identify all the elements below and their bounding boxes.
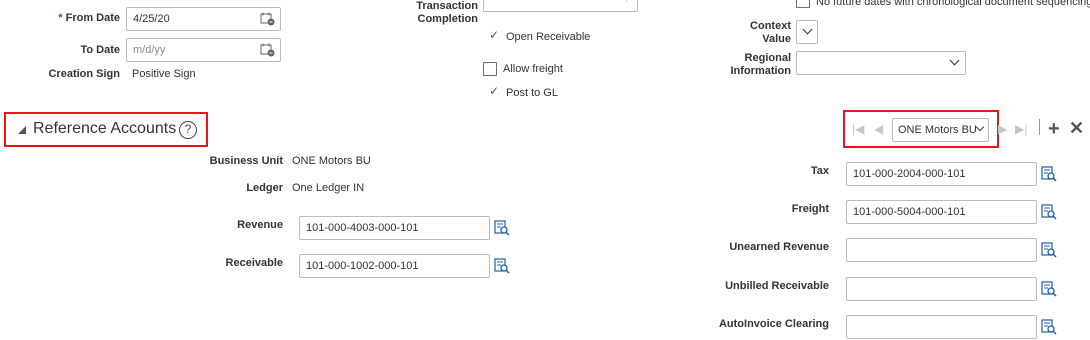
next-record-icon[interactable]: ▶ — [998, 122, 1007, 136]
to-date-placeholder: m/d/yy — [133, 44, 166, 56]
transaction-completion-select[interactable] — [483, 0, 638, 12]
calendar-icon[interactable] — [260, 12, 275, 26]
freight-field[interactable]: 101-000-5004-000-101 — [846, 200, 1037, 224]
freight-label: Freight — [791, 203, 829, 215]
tax-value: 101-000-2004-000-101 — [853, 168, 966, 180]
collapse-triangle-icon[interactable] — [18, 126, 26, 134]
account-lookup-icon[interactable] — [494, 220, 510, 236]
business-unit-value: ONE Motors BU — [292, 155, 371, 167]
account-lookup-icon[interactable] — [1041, 242, 1057, 258]
no-future-dates-label: No future dates with chronological docum… — [816, 0, 1090, 8]
account-lookup-icon[interactable] — [1041, 281, 1057, 297]
regional-information-select[interactable] — [796, 51, 966, 75]
autoinvoice-clearing-label: AutoInvoice Clearing — [718, 318, 829, 330]
freight-value: 101-000-5004-000-101 — [853, 206, 966, 218]
autoinvoice-clearing-field[interactable] — [846, 315, 1037, 339]
chevron-down-icon — [975, 122, 985, 132]
chevron-down-icon — [802, 24, 813, 35]
ledger-value: One Ledger IN — [292, 182, 365, 194]
to-date-label: To Date — [80, 44, 120, 56]
receivable-label: Receivable — [225, 257, 283, 269]
creation-sign-label: Creation Sign — [48, 68, 120, 80]
unbilled-receivable-label: Unbilled Receivable — [725, 280, 829, 292]
revenue-value: 101-000-4003-000-101 — [306, 222, 419, 234]
toolbar-divider — [1039, 119, 1040, 135]
post-to-gl-label: Post to GL — [506, 87, 558, 99]
account-lookup-icon[interactable] — [494, 258, 510, 274]
ledger-label: Ledger — [246, 182, 283, 194]
account-lookup-icon[interactable] — [1041, 204, 1057, 220]
checkmark-icon: ✓ — [489, 84, 500, 98]
context-value-label: Context Value — [750, 20, 791, 45]
receivable-field[interactable]: 101-000-1002-000-101 — [299, 254, 490, 278]
to-date-field[interactable]: m/d/yy — [126, 38, 281, 62]
business-unit-selector-value: ONE Motors BU — [898, 124, 977, 136]
from-date-field[interactable]: 4/25/20 — [126, 7, 281, 31]
from-date-label: * From Date — [40, 12, 120, 24]
unearned-revenue-field[interactable] — [846, 238, 1037, 262]
unearned-revenue-label: Unearned Revenue — [729, 241, 829, 253]
transaction-completion-label: Transaction Completion — [416, 0, 478, 25]
account-lookup-icon[interactable] — [1041, 319, 1057, 335]
revenue-label: Revenue — [237, 219, 283, 231]
creation-sign-value: Positive Sign — [132, 68, 196, 80]
tax-label: Tax — [810, 165, 829, 177]
business-unit-label: Business Unit — [209, 155, 283, 167]
regional-information-label: Regional Information — [730, 52, 792, 77]
from-date-value: 4/25/20 — [133, 13, 170, 25]
account-lookup-icon[interactable] — [1041, 166, 1057, 182]
revenue-field[interactable]: 101-000-4003-000-101 — [299, 216, 490, 240]
last-record-icon[interactable]: ▶| — [1015, 122, 1027, 136]
business-unit-selector[interactable]: ONE Motors BU — [892, 118, 989, 142]
tax-field[interactable]: 101-000-2004-000-101 — [846, 162, 1037, 186]
first-record-icon[interactable]: |◀ — [852, 122, 864, 136]
chevron-down-icon — [949, 55, 960, 66]
delete-icon[interactable]: ✕ — [1069, 118, 1084, 139]
context-value-select[interactable] — [796, 20, 818, 44]
allow-freight-checkbox[interactable] — [483, 62, 497, 76]
calendar-icon[interactable] — [260, 43, 275, 57]
required-marker: * — [58, 12, 63, 24]
add-icon[interactable]: + — [1048, 118, 1060, 141]
receivable-value: 101-000-1002-000-101 — [306, 260, 419, 272]
help-icon[interactable]: ? — [179, 121, 197, 139]
previous-record-icon[interactable]: ◀ — [874, 122, 883, 136]
allow-freight-label: Allow freight — [503, 63, 563, 75]
no-future-dates-checkbox[interactable] — [796, 0, 810, 8]
open-receivable-label: Open Receivable — [506, 31, 591, 43]
checkmark-icon: ✓ — [489, 28, 500, 42]
from-date-label-text: From Date — [65, 12, 120, 24]
reference-accounts-title: Reference Accounts — [33, 120, 177, 137]
unbilled-receivable-field[interactable] — [846, 277, 1037, 301]
